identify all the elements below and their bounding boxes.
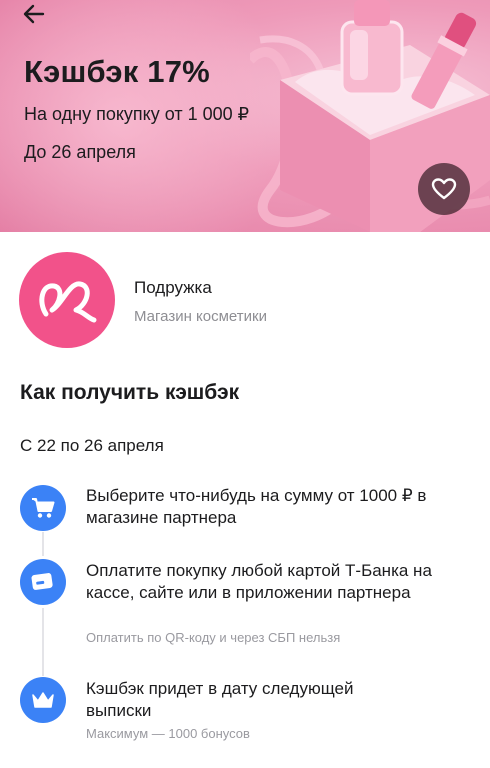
step-3-note: Максимум — 1000 бонусов [86,726,250,741]
step-2-note: Оплатить по QR-коду и через СБП нельзя [86,630,341,645]
step-connector [42,608,44,676]
cashback-condition: На одну покупку от 1 000 ₽ [24,104,250,124]
section-title: Как получить кэшбэк [20,381,240,404]
step-2-text: Оплатите покупку любой картой Т-Банка на… [86,561,432,602]
promo-banner: Кэшбэк 17% На одну покупку от 1 000 ₽ До… [0,0,490,232]
ribbon-logo-icon [39,281,97,323]
partner-description: Магазин косметики [134,308,267,325]
cart-icon [32,498,55,518]
heart-icon [431,178,457,200]
card-icon [31,573,53,590]
step-1-text: Выберите что-нибудь на сумму от 1000 ₽ в… [86,486,427,527]
partner-logo[interactable] [19,252,115,348]
favorite-button[interactable] [418,163,470,215]
step-3-icon [20,677,66,723]
crown-icon [32,692,54,708]
arrow-left-icon [23,4,45,24]
partner-name[interactable]: Подружка [134,278,212,298]
step-1-icon [20,485,66,531]
cashback-title: Кэшбэк 17% [24,54,210,89]
cashback-deadline: До 26 апреля [24,142,136,162]
step-2-icon [20,559,66,605]
promo-period: С 22 по 26 апреля [20,436,164,455]
step-3-text: Кэшбэк придет в дату следующей выписки [86,679,354,720]
back-button[interactable] [16,0,52,28]
step-connector [42,532,44,556]
